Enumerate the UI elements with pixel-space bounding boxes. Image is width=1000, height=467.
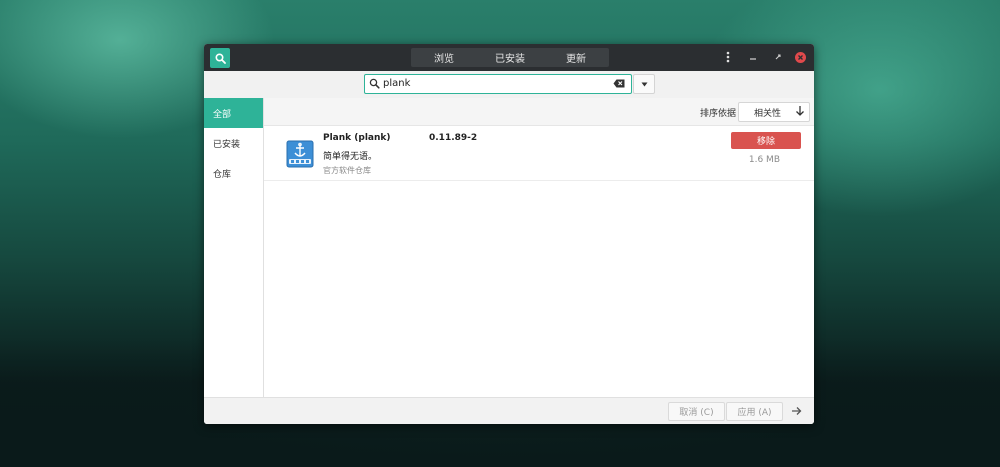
sidebar-item-label: 已安装 <box>213 139 241 150</box>
backspace-clear-icon[interactable] <box>613 79 625 88</box>
sort-bar: 排序依据 相关性 <box>264 98 814 126</box>
search-icon <box>214 52 226 64</box>
tab-browse[interactable]: 浏览 <box>411 48 477 67</box>
close-button[interactable] <box>795 51 806 63</box>
sidebar-item-all[interactable]: 全部 <box>204 98 263 128</box>
search-entry <box>364 74 632 94</box>
window-controls <box>720 49 806 65</box>
package-description: 简单得无语。 <box>323 152 378 162</box>
view-switcher: 浏览 已安装 更新 <box>411 48 609 67</box>
tab-updates[interactable]: 更新 <box>543 48 609 67</box>
apply-button[interactable]: 应用 (A) <box>726 402 783 421</box>
plank-dock-icon <box>286 140 314 168</box>
cancel-button[interactable]: 取消 (C) <box>668 402 725 421</box>
package-name: Plank (plank) <box>323 133 391 143</box>
package-list-area: 排序依据 相关性 Plank (plank) 0.11.89-2 简单得无语。 … <box>264 98 814 398</box>
search-bar <box>204 71 814 99</box>
pamac-window: 浏览 已安装 更新 plank 全部 已安装 仓库 排序依据 相关性 Plank… <box>204 44 814 424</box>
search-icon <box>369 78 380 89</box>
menu-button[interactable] <box>720 49 736 65</box>
maximize-icon <box>775 54 781 60</box>
kebab-menu-icon <box>726 51 730 63</box>
arrow-down-icon[interactable] <box>795 105 805 117</box>
package-size: 1.6 MB <box>748 155 780 165</box>
sort-selected-value: 相关性 <box>754 109 782 119</box>
sidebar-item-label: 仓库 <box>213 169 232 180</box>
tab-installed[interactable]: 已安装 <box>477 48 543 67</box>
sort-select[interactable]: 相关性 <box>738 102 810 122</box>
search-options-dropdown[interactable] <box>633 74 655 94</box>
details-next-button[interactable] <box>789 404 803 418</box>
remove-button[interactable]: 移除 <box>731 132 801 149</box>
package-row[interactable]: Plank (plank) 0.11.89-2 简单得无语。 官方软件仓库 移除… <box>264 126 814 181</box>
sidebar-item-installed[interactable]: 已安装 <box>204 128 263 158</box>
minimize-icon <box>750 58 756 60</box>
sidebar-item-label: 全部 <box>213 109 232 120</box>
maximize-button[interactable] <box>770 49 786 65</box>
search-input[interactable] <box>383 76 603 91</box>
search-toggle-button[interactable] <box>210 48 230 68</box>
sidebar-item-repositories[interactable]: 仓库 <box>204 158 263 188</box>
chevron-down-icon <box>641 82 647 86</box>
package-repository: 官方软件仓库 <box>323 166 371 175</box>
sort-label: 排序依据 <box>699 109 736 119</box>
action-bar: 取消 (C) 应用 (A) <box>204 397 814 424</box>
minimize-button[interactable] <box>745 49 761 65</box>
package-version: 0.11.89-2 <box>429 133 478 143</box>
arrow-right-icon <box>791 407 801 415</box>
sidebar: 全部 已安装 仓库 <box>204 98 264 398</box>
header-bar: 浏览 已安装 更新 <box>204 44 814 71</box>
close-icon <box>798 54 803 60</box>
